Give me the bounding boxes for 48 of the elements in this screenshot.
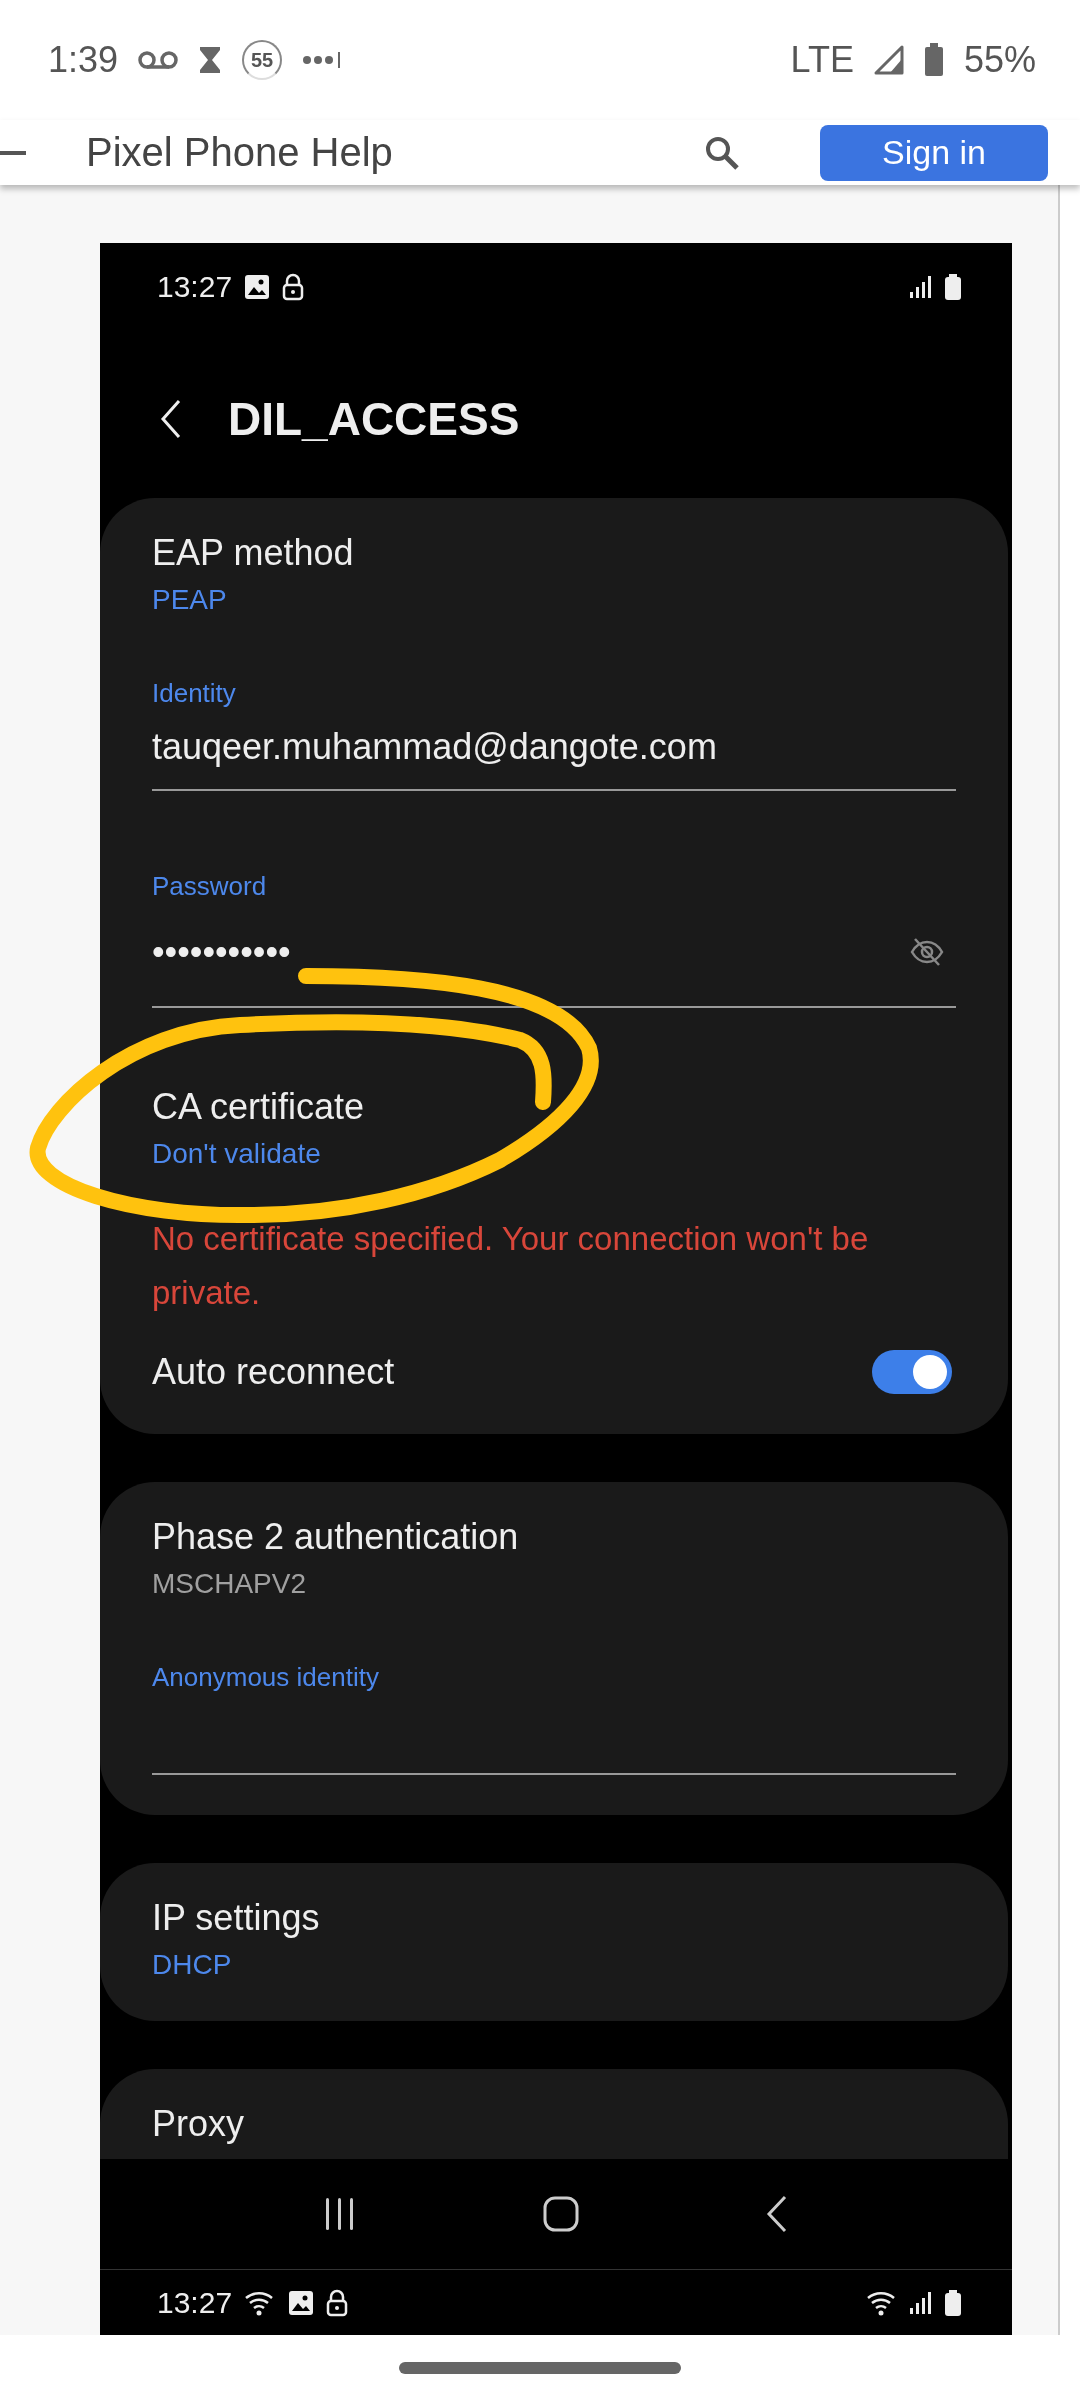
battery-icon — [944, 2289, 962, 2316]
setting-title[interactable]: Proxy — [152, 2103, 956, 2145]
more-icon — [302, 50, 343, 70]
setting-value: MSCHAPV2 — [152, 1568, 308, 1600]
setting-value: PEAP — [152, 584, 228, 616]
battery-percent: 55% — [963, 39, 1036, 81]
signal-icon — [873, 45, 904, 75]
gesture-bar[interactable] — [399, 2361, 681, 2374]
battery-icon — [944, 273, 962, 300]
eye-off-icon[interactable] — [910, 937, 944, 967]
inner-status-time: 13:27 — [157, 2285, 233, 2320]
search-icon[interactable] — [704, 134, 740, 171]
signal-icon — [910, 2291, 932, 2314]
back-icon[interactable] — [160, 399, 182, 439]
setting-title: Auto reconnect — [152, 1351, 395, 1393]
setting-title[interactable]: IP settings — [152, 1897, 956, 1939]
field-value: ••••••••••• — [152, 931, 291, 973]
site-title: Pixel Phone Help — [86, 130, 393, 175]
back-icon[interactable] — [766, 2195, 789, 2233]
setting-value: DHCP — [152, 1949, 233, 1981]
warning-message: No certificate specified. Your connection won't be private. — [152, 1219, 870, 1313]
inner-status-time: 13:27 — [157, 269, 233, 304]
status-time: 1:39 — [48, 39, 119, 81]
data-saver-badge: 55 — [242, 40, 283, 80]
setting-title[interactable]: EAP method — [152, 532, 956, 574]
input-field[interactable]: ••••••••••• — [152, 902, 956, 1008]
home-icon[interactable] — [543, 2196, 579, 2232]
recents-icon[interactable] — [323, 2196, 356, 2232]
field-label: Password — [152, 871, 268, 902]
image-icon — [244, 273, 271, 300]
lock-icon — [326, 2288, 349, 2317]
toggle-switch[interactable] — [872, 1350, 952, 1394]
battery-icon — [923, 43, 944, 77]
setting-value: Don't validate — [152, 1138, 322, 1170]
lock-icon — [282, 272, 305, 301]
network-type: LTE — [790, 39, 854, 81]
field-value: tauqeer.muhammad@dangote.com — [152, 726, 717, 768]
hourglass-icon — [198, 46, 223, 74]
sign-in-button[interactable]: Sign in — [820, 124, 1048, 181]
setting-title[interactable]: Phase 2 authentication — [152, 1516, 956, 1558]
field-label: Anonymous identity — [152, 1662, 380, 1693]
voicemail-icon — [138, 50, 179, 70]
input-field[interactable]: tauqeer.muhammad@dangote.com — [152, 709, 956, 791]
image-icon — [288, 2289, 315, 2316]
field-label: Identity — [152, 678, 237, 709]
signal-icon — [910, 275, 932, 298]
setting-title[interactable]: CA certificate — [152, 1086, 956, 1128]
network-name: DIL_ACCESS — [228, 392, 520, 446]
